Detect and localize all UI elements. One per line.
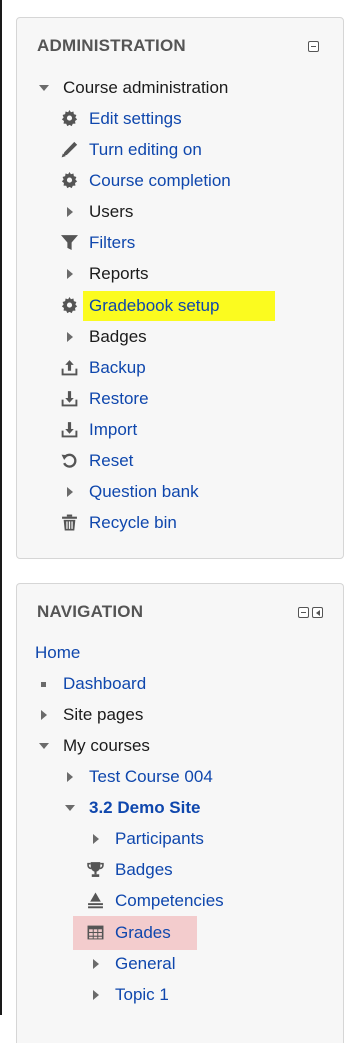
dock-block-icon[interactable] (312, 607, 323, 618)
nav-item-label: Dashboard (63, 674, 147, 693)
nav-item-label: Grades (115, 923, 171, 942)
triangle-right-icon (41, 710, 47, 720)
navigation-block: NAVIGATION Home Dashboard Site pages My … (16, 583, 344, 1043)
window-left-border (0, 0, 2, 1015)
nav-item-label: Test Course 004 (89, 767, 213, 786)
administration-block: ADMINISTRATION Course administration Edi… (16, 17, 344, 559)
admin-item-label: Badges (89, 327, 147, 346)
download-icon (61, 390, 79, 408)
triangle-right-icon (67, 207, 73, 217)
triangle-right-icon (93, 834, 99, 844)
trophy-icon (87, 861, 105, 879)
competencies-icon (87, 892, 105, 910)
pencil-icon (61, 141, 79, 159)
triangle-down-icon (65, 805, 75, 811)
nav-item-label: Participants (115, 829, 204, 848)
nav-item-label: Competencies (115, 891, 224, 910)
admin-item-label: Question bank (89, 482, 199, 501)
trash-icon (61, 514, 79, 532)
administration-title: ADMINISTRATION (37, 36, 186, 55)
collapse-block-icon[interactable] (308, 41, 319, 52)
nav-item-label: My courses (63, 736, 150, 755)
filter-icon (61, 234, 79, 252)
triangle-down-icon (39, 85, 49, 91)
download-icon (61, 421, 79, 439)
nav-item-label: Site pages (63, 705, 144, 724)
triangle-right-icon (67, 487, 73, 497)
admin-item-label: Backup (89, 358, 146, 377)
navigation-title: NAVIGATION (37, 602, 144, 621)
nav-item-label: Home (35, 643, 81, 662)
admin-item-label: Turn editing on (89, 140, 202, 159)
gear-icon (61, 110, 79, 128)
admin-item-label: Recycle bin (89, 513, 177, 532)
triangle-right-icon (67, 332, 73, 342)
triangle-right-icon (93, 990, 99, 1000)
admin-item-label: Reports (89, 264, 149, 283)
gear-icon (61, 297, 79, 315)
admin-item-label: Gradebook setup (89, 296, 220, 315)
admin-item-label: Course administration (63, 78, 229, 97)
triangle-right-icon (67, 269, 73, 279)
triangle-right-icon (67, 772, 73, 782)
upload-icon (61, 359, 79, 377)
triangle-down-icon (39, 743, 49, 749)
admin-item-label: Filters (89, 233, 136, 252)
collapse-block-icon[interactable] (298, 607, 309, 618)
admin-item-label: Reset (89, 451, 134, 470)
admin-item-label: Restore (89, 389, 149, 408)
nav-item-label: Badges (115, 860, 173, 879)
nav-item-label: General (115, 954, 176, 973)
bullet-icon (41, 682, 46, 687)
nav-item-label: 3.2 Demo Site (89, 798, 201, 817)
reset-icon (61, 452, 79, 470)
admin-item-label: Users (89, 202, 134, 221)
admin-item-label: Course completion (89, 171, 231, 190)
nav-item-label: Topic 1 (115, 985, 169, 1004)
gear-icon (61, 172, 79, 190)
admin-item-label: Edit settings (89, 109, 182, 128)
admin-item-label: Import (89, 420, 138, 439)
grades-table-icon (87, 924, 105, 942)
triangle-right-icon (93, 959, 99, 969)
